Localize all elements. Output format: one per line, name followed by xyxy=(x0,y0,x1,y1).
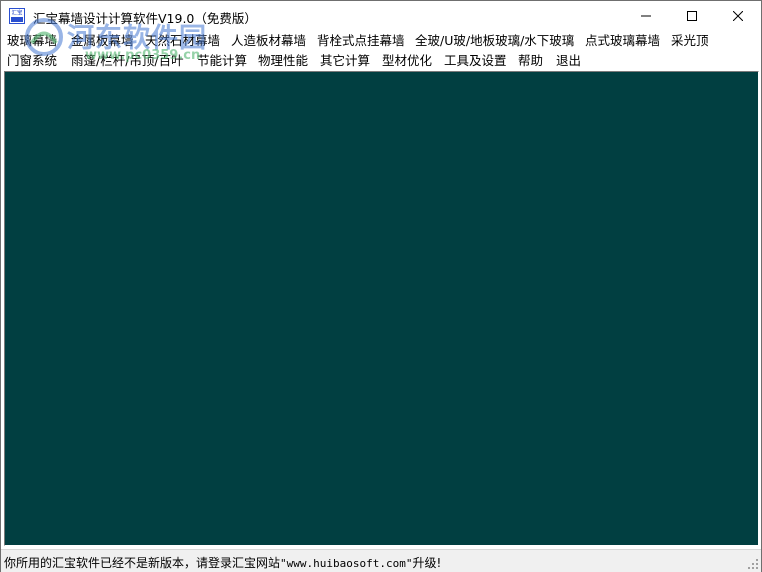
minimize-icon xyxy=(641,15,651,17)
menu-physical-performance[interactable]: 物理性能 xyxy=(258,53,308,68)
menu-canopy-railing[interactable]: 雨篷/栏杆/吊顶/百叶 xyxy=(71,53,184,68)
menu-skylight[interactable]: 采光顶 xyxy=(671,33,709,48)
maximize-icon xyxy=(687,11,697,21)
menu-point-glass-curtain-wall[interactable]: 点式玻璃幕墙 xyxy=(585,33,660,48)
status-message: 你所用的汇宝软件已经不是新版本，请登录汇宝网站"www.huibaosoft.c… xyxy=(4,554,441,571)
menu-help[interactable]: 帮助 xyxy=(518,53,543,68)
menu-artificial-panel-curtain-wall[interactable]: 人造板材幕墙 xyxy=(231,33,306,48)
resize-grip-icon[interactable] xyxy=(747,558,759,570)
menu-back-bolt-curtain-wall[interactable]: 背栓式点挂幕墙 xyxy=(317,33,405,48)
status-suffix: 升级! xyxy=(412,556,442,570)
menu-natural-stone-curtain-wall[interactable]: 天然石材幕墙 xyxy=(145,33,220,48)
status-prefix: 你所用的汇宝软件已经不是新版本，请登录汇宝网站 xyxy=(4,556,281,570)
maximize-button[interactable] xyxy=(669,1,715,31)
menu-exit[interactable]: 退出 xyxy=(556,53,581,68)
menu-door-window-system[interactable]: 门窗系统 xyxy=(7,53,57,68)
menu-energy-calculation[interactable]: 节能计算 xyxy=(197,53,247,68)
status-url: "www.huibaosoft.com" xyxy=(280,557,413,570)
menu-bar-row-2: 门窗系统 雨篷/栏杆/吊顶/百叶 节能计算 物理性能 其它计算 型材优化 工具及… xyxy=(1,51,761,70)
close-icon xyxy=(733,11,743,21)
main-workspace[interactable] xyxy=(4,71,759,546)
menu-metal-panel-curtain-wall[interactable]: 金属板幕墙 xyxy=(71,33,134,48)
app-logo-icon: 汇宝 xyxy=(9,8,25,24)
app-logo-text: 汇宝 xyxy=(11,9,23,17)
app-window: 汇宝 汇宝幕墙设计计算软件V19.0（免费版） 玻璃幕墙 金属板幕墙 天然石材幕… xyxy=(0,0,762,572)
window-title: 汇宝幕墙设计计算软件V19.0（免费版） xyxy=(33,11,257,26)
minimize-button[interactable] xyxy=(623,1,669,31)
status-bar: 你所用的汇宝软件已经不是新版本，请登录汇宝网站"www.huibaosoft.c… xyxy=(1,549,761,572)
title-bar[interactable]: 汇宝 汇宝幕墙设计计算软件V19.0（免费版） xyxy=(1,1,761,31)
menu-glass-curtain-wall[interactable]: 玻璃幕墙 xyxy=(7,33,57,48)
menu-full-glass[interactable]: 全玻/U玻/地板玻璃/水下玻璃 xyxy=(415,33,574,48)
menu-tools-settings[interactable]: 工具及设置 xyxy=(444,53,507,68)
close-button[interactable] xyxy=(715,1,761,31)
menu-bar-row-1: 玻璃幕墙 金属板幕墙 天然石材幕墙 人造板材幕墙 背栓式点挂幕墙 全玻/U玻/地… xyxy=(1,31,761,50)
menu-profile-optimization[interactable]: 型材优化 xyxy=(382,53,432,68)
menu-other-calculation[interactable]: 其它计算 xyxy=(320,53,370,68)
